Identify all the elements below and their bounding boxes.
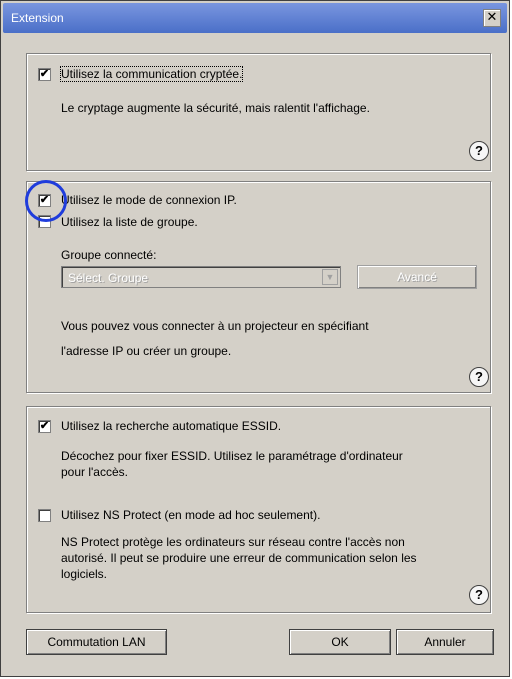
- ip-mode-help-icon[interactable]: ?: [469, 367, 489, 387]
- ns-description-line1: NS Protect protège les ordinateurs sur r…: [61, 535, 405, 549]
- essid-description-line1: Décochez pour fixer ESSID. Utilisez le p…: [61, 449, 403, 463]
- group-select[interactable]: Sélect. Groupe ▼: [61, 266, 341, 288]
- connected-group-label: Groupe connecté:: [61, 248, 157, 262]
- cancel-button[interactable]: Annuler: [396, 629, 494, 655]
- ip-mode-description-line2: l'adresse IP ou créer un groupe.: [61, 344, 232, 358]
- ns-description-line2: autorisé. Il peut se produire une erreur…: [61, 551, 417, 565]
- advanced-button[interactable]: Avancé: [357, 265, 477, 289]
- group-select-value: Sélect. Groupe: [68, 271, 149, 285]
- lan-switch-button[interactable]: Commutation LAN: [26, 629, 167, 655]
- encryption-description: Le cryptage augmente la sécurité, mais r…: [61, 101, 370, 115]
- chevron-down-icon[interactable]: ▼: [322, 269, 338, 285]
- window-title: Extension: [11, 11, 64, 25]
- essid-checkbox[interactable]: ✔: [38, 420, 51, 433]
- ip-mode-description-line1: Vous pouvez vous connecter à un projecte…: [61, 319, 369, 333]
- title-bar: Extension ✕: [3, 3, 507, 33]
- ns-protect-checkbox-label[interactable]: Utilisez NS Protect (en mode ad hoc seul…: [61, 508, 320, 522]
- close-icon[interactable]: ✕: [483, 9, 501, 27]
- essid-description-line2: pour l'accès.: [61, 465, 128, 479]
- group-list-checkbox-label[interactable]: Utilisez la liste de groupe.: [61, 215, 198, 229]
- essid-help-icon[interactable]: ?: [469, 585, 489, 605]
- encryption-help-icon[interactable]: ?: [469, 141, 489, 161]
- ok-button[interactable]: OK: [289, 629, 391, 655]
- encryption-checkbox-label[interactable]: Utilisez la communication cryptée.: [59, 66, 244, 82]
- essid-checkbox-label[interactable]: Utilisez la recherche automatique ESSID.: [61, 419, 281, 433]
- ip-mode-checkbox-label[interactable]: Utilisez le mode de connexion IP.: [61, 193, 237, 207]
- ns-description-line3: logiciels.: [61, 567, 108, 581]
- encryption-checkbox[interactable]: ✔: [38, 68, 51, 81]
- extension-dialog: Extension ✕ ✔ Utilisez la communication …: [0, 0, 510, 677]
- highlight-circle: [25, 180, 67, 222]
- ns-protect-checkbox[interactable]: [38, 509, 51, 522]
